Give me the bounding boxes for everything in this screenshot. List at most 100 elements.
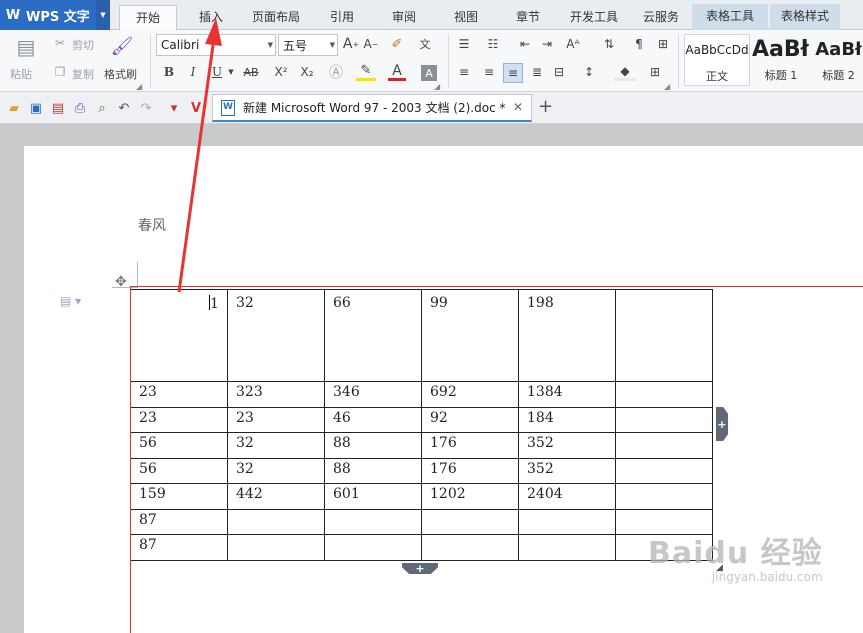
bullets-icon[interactable]: ☰ — [455, 35, 473, 53]
table-cell[interactable] — [324, 508, 422, 535]
new-tab-plus-icon[interactable]: + — [538, 98, 553, 116]
table-cell[interactable] — [421, 508, 519, 535]
customize-chevron-icon[interactable]: ▾ — [166, 100, 182, 116]
align-left-icon[interactable]: ≡ — [455, 63, 473, 81]
show-marks-icon[interactable]: ¶ — [630, 35, 648, 53]
format-painter-icon[interactable]: 🖌 — [110, 34, 134, 58]
table-cell[interactable]: 1 — [130, 289, 228, 382]
paste-label[interactable]: 粘贴 — [10, 66, 32, 82]
close-icon[interactable]: ✕ — [513, 100, 523, 114]
pinyin-guide-button[interactable]: 文 — [414, 33, 436, 55]
bold-button[interactable]: B — [160, 63, 178, 81]
table-cell[interactable]: 87 — [130, 534, 228, 561]
save-icon[interactable]: ▣ — [28, 100, 44, 116]
align-center-icon[interactable]: ≡ — [480, 63, 498, 81]
table-cell[interactable]: 99 — [421, 289, 519, 382]
table-cell[interactable]: 88 — [324, 457, 422, 484]
table-cell[interactable]: 32 — [227, 432, 325, 459]
increase-indent-icon[interactable]: ⇥ — [538, 35, 556, 53]
tab-chapter[interactable]: 章节 — [500, 5, 556, 30]
table-cell[interactable]: 46 — [324, 406, 422, 433]
table-cell[interactable] — [615, 289, 713, 382]
table-cell[interactable] — [615, 381, 713, 408]
table-cell[interactable]: 323 — [227, 381, 325, 408]
tab-page-layout[interactable]: 页面布局 — [244, 5, 308, 30]
table-cell[interactable]: 601 — [324, 483, 422, 510]
tab-cloud[interactable]: 云服务 — [632, 5, 690, 30]
table-cell[interactable]: 32 — [227, 289, 325, 382]
table-cell[interactable]: 159 — [130, 483, 228, 510]
table-cell[interactable] — [421, 534, 519, 561]
document-heading[interactable]: 春风 — [138, 215, 166, 235]
table-cell[interactable] — [615, 457, 713, 484]
tab-review[interactable]: 审阅 — [376, 5, 432, 30]
line-spacing-icon[interactable]: ↕ — [580, 63, 598, 81]
add-column-button[interactable]: + — [716, 407, 728, 441]
app-menu-button[interactable]: W WPS 文字 ▼ — [0, 0, 110, 30]
strikethrough-button[interactable]: AB — [240, 63, 262, 81]
shrink-font-icon[interactable]: A − — [362, 35, 380, 53]
table-cell[interactable]: 87 — [130, 508, 228, 535]
table-cell[interactable]: 23 — [130, 406, 228, 433]
table-cell[interactable] — [324, 534, 422, 561]
redo-icon[interactable]: ↷ — [138, 100, 154, 116]
chevron-down-icon[interactable]: ▼ — [96, 0, 110, 30]
decrease-indent-icon[interactable]: ⇤ — [516, 35, 534, 53]
borders-icon[interactable]: ⊞ — [646, 63, 664, 81]
print-icon[interactable]: ⎙ — [72, 100, 88, 116]
numbering-icon[interactable]: ☷ — [484, 35, 502, 53]
paragraph-launcher-icon[interactable]: ◢ — [664, 82, 670, 91]
tab-table-tools[interactable]: 表格工具 — [692, 4, 768, 30]
tab-view[interactable]: 视图 — [438, 5, 494, 30]
table-cell[interactable]: 23 — [130, 381, 228, 408]
table-cell[interactable]: 352 — [518, 457, 616, 484]
format-painter-button[interactable]: 格式刷 — [104, 66, 137, 82]
style-normal[interactable]: AaBbCcDd 正文 — [684, 34, 750, 86]
font-color-button[interactable]: A — [388, 63, 406, 81]
table-cell[interactable]: 692 — [421, 381, 519, 408]
justify-icon[interactable]: ≣ — [528, 63, 546, 81]
table-cell[interactable]: 352 — [518, 432, 616, 459]
table-cell[interactable]: 1384 — [518, 381, 616, 408]
cut-button[interactable]: 剪切 — [72, 37, 94, 53]
char-shading-icon[interactable]: A — [421, 65, 437, 81]
shading-icon[interactable]: ◆ — [614, 63, 636, 81]
export-pdf-icon[interactable]: ▤ — [50, 100, 66, 116]
scissors-icon[interactable]: ✂ — [52, 35, 68, 51]
table-cell[interactable] — [615, 406, 713, 433]
subscript-button[interactable]: X₂ — [296, 63, 318, 81]
table-cell[interactable] — [518, 534, 616, 561]
font-size-select[interactable]: 五号 ▼ — [278, 34, 338, 56]
superscript-button[interactable]: X² — [270, 63, 292, 81]
copy-icon[interactable]: ❐ — [52, 64, 68, 80]
document-tab[interactable]: 新建 Microsoft Word 97 - 2003 文档 (2).doc *… — [212, 94, 532, 122]
table-cell[interactable]: 1202 — [421, 483, 519, 510]
table-cell[interactable] — [227, 508, 325, 535]
table-cell[interactable]: 92 — [421, 406, 519, 433]
style-heading-2[interactable]: AaBł 标题 2 — [814, 34, 863, 86]
table-move-handle-icon[interactable]: ✥ — [115, 275, 127, 289]
table-cell[interactable]: 88 — [324, 432, 422, 459]
underline-button[interactable]: U — [208, 63, 226, 81]
tab-insert[interactable]: 插入 — [183, 5, 239, 30]
table-cell[interactable]: 184 — [518, 406, 616, 433]
table-cell[interactable]: 442 — [227, 483, 325, 510]
table-cell[interactable]: 23 — [227, 406, 325, 433]
grow-font-icon[interactable]: A + — [342, 35, 360, 53]
sort-icon[interactable]: ⇅ — [600, 35, 618, 53]
paragraph-layout-icon[interactable]: ▤ ▾ — [60, 294, 81, 308]
table-cell[interactable]: 56 — [130, 432, 228, 459]
table-cell[interactable]: 2404 — [518, 483, 616, 510]
copy-button[interactable]: 复制 — [72, 66, 94, 82]
distribute-icon[interactable]: ⊟ — [550, 63, 568, 81]
table-cell[interactable]: 56 — [130, 457, 228, 484]
table-cell[interactable]: 176 — [421, 457, 519, 484]
clipboard-launcher-icon[interactable]: ◢ — [136, 82, 142, 91]
table-cell[interactable]: 198 — [518, 289, 616, 382]
italic-button[interactable]: I — [184, 63, 202, 81]
table-cell[interactable]: 176 — [421, 432, 519, 459]
paste-icon[interactable]: ▤ — [12, 34, 40, 60]
open-folder-icon[interactable]: ▰ — [6, 100, 22, 116]
table-cell[interactable] — [227, 534, 325, 561]
chevron-down-icon[interactable]: ▼ — [226, 63, 236, 81]
